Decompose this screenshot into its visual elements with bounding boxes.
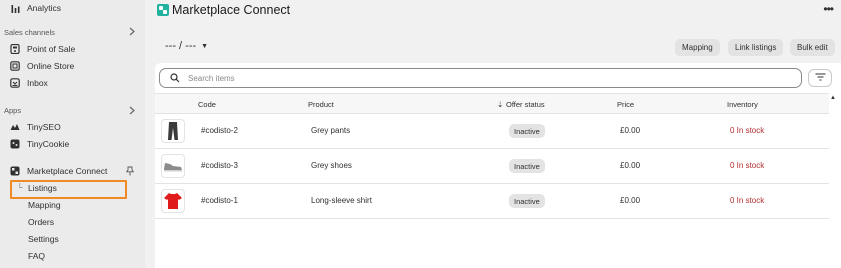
filter-button[interactable] <box>808 69 832 87</box>
table-row[interactable]: #codisto-3 Grey shoes Inactive £0.00 0 I… <box>155 149 829 184</box>
grey-pants-thumbnail[interactable] <box>161 119 185 143</box>
filter-icon <box>815 73 826 83</box>
period-label: --- / --- <box>165 40 197 52</box>
apps-header[interactable]: Apps <box>4 104 21 116</box>
status-badge: Inactive <box>509 124 545 138</box>
search-icon <box>170 73 180 83</box>
sidebar-item-tinyseo[interactable]: TinySEO <box>10 120 61 134</box>
sidebar-subitem-label: Settings <box>28 234 59 244</box>
caret-down-icon: ▼ <box>201 42 209 50</box>
page-title-text: Marketplace Connect <box>172 3 291 17</box>
sidebar-subitem-label: Orders <box>28 217 54 227</box>
row-product[interactable]: Long-sleeve shirt <box>311 196 372 205</box>
sidebar-item-label: Marketplace Connect <box>27 166 108 176</box>
row-code: #codisto-1 <box>201 196 238 205</box>
period-selector[interactable]: --- / --- ▼ <box>165 40 208 52</box>
row-inventory: 0 In stock <box>730 161 765 170</box>
row-product[interactable]: Grey shoes <box>311 161 352 170</box>
row-inventory: 0 In stock <box>730 126 765 135</box>
tinyseo-icon <box>10 122 20 132</box>
point-of-sale-icon <box>10 44 20 54</box>
column-header-code[interactable]: Code <box>198 100 216 109</box>
sidebar-item-analytics[interactable]: Analytics <box>10 1 61 15</box>
sidebar-item-label: Online Store <box>27 61 75 71</box>
chevron-right-icon[interactable] <box>129 106 135 118</box>
status-badge: Inactive <box>509 159 545 173</box>
sidebar-item-label: Inbox <box>27 78 48 88</box>
row-product[interactable]: Grey pants <box>311 126 350 135</box>
page-title: Marketplace Connect <box>157 3 290 17</box>
sidebar-subitem-faq[interactable]: FAQ <box>28 249 45 263</box>
status-badge: Inactive <box>509 194 545 208</box>
sidebar-subitem-label: FAQ <box>28 251 46 261</box>
search-bar[interactable] <box>159 68 802 88</box>
sidebar-subitem-label: Listings <box>28 183 57 193</box>
row-price: £0.00 <box>620 196 641 205</box>
sidebar-subitem-listings[interactable]: Listings <box>28 181 57 195</box>
inbox-icon <box>10 78 20 88</box>
apps-label: Apps <box>4 105 22 115</box>
marketplace-connect-icon <box>10 166 20 176</box>
column-header-inventory[interactable]: Inventory <box>727 100 758 109</box>
link-listings-button[interactable]: Link listings <box>728 39 784 56</box>
table-header: Code Product ⇣ Offer status Price Invent… <box>155 93 829 114</box>
sort-icon[interactable]: ⇣ <box>497 100 503 109</box>
grey-shoes-thumbnail[interactable] <box>161 154 185 178</box>
sidebar-subitem-orders[interactable]: Orders <box>28 215 54 229</box>
sidebar-item-label: TinySEO <box>27 122 61 132</box>
sidebar-item-inbox[interactable]: Inbox <box>10 76 48 90</box>
main-content: Marketplace Connect ••• --- / --- ▼ Mapp… <box>145 0 841 268</box>
column-header-product[interactable]: Product <box>308 100 334 109</box>
pin-icon[interactable] <box>125 166 135 178</box>
row-code: #codisto-2 <box>201 126 238 135</box>
scroll-up-arrow-icon[interactable]: ▲ <box>830 95 836 101</box>
sidebar-item-label: Analytics <box>27 3 62 13</box>
row-code: #codisto-3 <box>201 161 238 170</box>
chevron-right-icon[interactable] <box>129 27 135 39</box>
bar-chart-icon <box>10 3 20 13</box>
sidebar-subitem-settings[interactable]: Settings <box>28 232 59 246</box>
sub-item-connector-icon: └ <box>17 183 23 192</box>
tinycookie-icon <box>10 139 20 149</box>
search-input[interactable] <box>188 73 788 83</box>
table-row[interactable]: #codisto-1 Long-sleeve shirt Inactive £0… <box>155 184 829 219</box>
sidebar: Analytics Sales channels Point of Sale O… <box>0 0 145 268</box>
more-horizontal-icon[interactable]: ••• <box>823 2 834 16</box>
online-store-icon <box>10 61 20 71</box>
sidebar-subitem-mapping[interactable]: Mapping <box>28 198 61 212</box>
sidebar-item-label: Point of Sale <box>27 44 76 54</box>
bulk-edit-button[interactable]: Bulk edit <box>790 39 835 56</box>
listings-card: Code Product ⇣ Offer status Price Invent… <box>155 63 841 268</box>
row-inventory: 0 In stock <box>730 196 765 205</box>
row-price: £0.00 <box>620 126 641 135</box>
column-header-price[interactable]: Price <box>617 100 634 109</box>
sidebar-item-online-store[interactable]: Online Store <box>10 59 74 73</box>
marketplace-connect-app-icon <box>157 4 169 16</box>
row-price: £0.00 <box>620 161 641 170</box>
sidebar-item-marketplace-connect[interactable]: Marketplace Connect <box>10 164 107 178</box>
mapping-button[interactable]: Mapping <box>675 39 720 56</box>
sidebar-item-point-of-sale[interactable]: Point of Sale <box>10 42 75 56</box>
sidebar-subitem-label: Mapping <box>28 200 61 210</box>
sidebar-item-tinycookie[interactable]: TinyCookie <box>10 137 69 151</box>
column-header-offer-status[interactable]: Offer status <box>506 100 545 109</box>
table-row[interactable]: #codisto-2 Grey pants Inactive £0.00 0 I… <box>155 114 829 149</box>
sales-channels-header[interactable]: Sales channels <box>4 26 55 38</box>
sales-channels-label: Sales channels <box>4 27 55 37</box>
sidebar-item-label: TinyCookie <box>27 139 70 149</box>
red-shirt-thumbnail[interactable] <box>161 189 185 213</box>
